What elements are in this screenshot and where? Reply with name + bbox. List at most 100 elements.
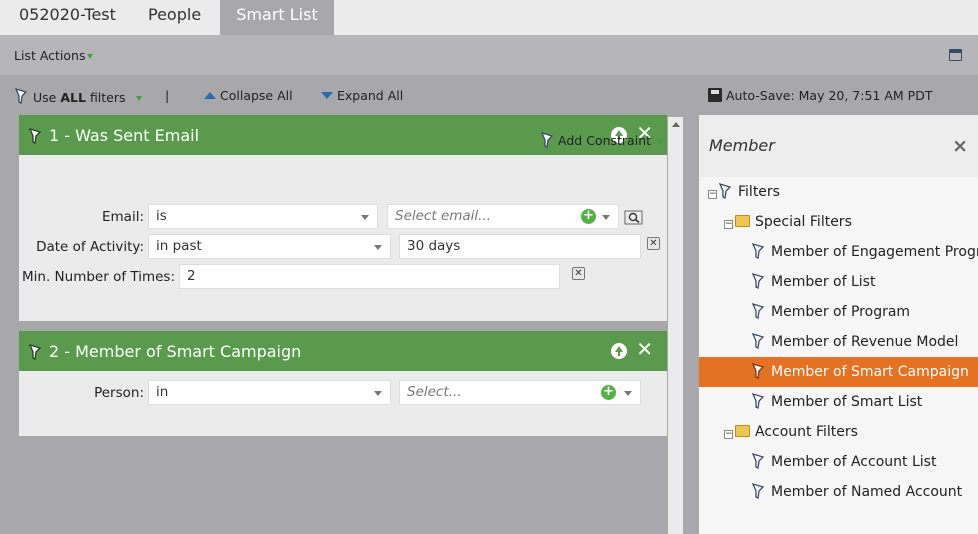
- use-suffix: filters: [89, 90, 126, 105]
- email-placeholder: Select email...: [395, 208, 492, 224]
- filter-panel-member-of-smart-campaign: 2 - Member of Smart Campaign ✕ Person: i…: [19, 331, 667, 436]
- person-label: Person:: [94, 385, 144, 401]
- lookup-search-icon[interactable]: [624, 209, 644, 227]
- tree-item-member-of-list[interactable]: Member of List: [699, 267, 978, 297]
- chevron-down-icon: [624, 391, 632, 396]
- tree-item-label: Member of Revenue Model: [771, 334, 959, 350]
- clear-constraint-icon[interactable]: ✕: [572, 267, 585, 280]
- funnel-icon: [752, 363, 765, 379]
- use-prefix: Use: [33, 90, 57, 105]
- canvas-scrollbar[interactable]: [668, 117, 683, 534]
- window-toggle-icon[interactable]: [949, 49, 962, 61]
- person-operator-select[interactable]: in: [148, 380, 391, 405]
- collapse-arrow-icon: [204, 92, 216, 99]
- funnel-icon: [15, 88, 28, 104]
- palette-header: Member ×: [699, 115, 978, 177]
- collapse-all-button[interactable]: Collapse All: [204, 88, 293, 103]
- person-operator-value: in: [156, 384, 169, 400]
- chevron-down-icon: [374, 245, 382, 250]
- funnel-icon: [752, 483, 765, 499]
- add-constraint-label: Add Constraint: [558, 133, 652, 148]
- date-of-activity-label: Date of Activity:: [36, 239, 144, 255]
- filter-header[interactable]: 2 - Member of Smart Campaign ✕: [19, 331, 667, 371]
- tree-item-label: Member of List: [771, 274, 876, 290]
- dropdown-arrow-icon: [135, 96, 142, 101]
- filter-title: 2 - Member of Smart Campaign: [49, 342, 302, 361]
- email-operator-select[interactable]: is: [148, 204, 378, 229]
- chevron-down-icon: [602, 215, 610, 220]
- close-icon[interactable]: ×: [952, 135, 968, 157]
- tab-people[interactable]: People: [148, 0, 201, 35]
- person-placeholder: Select...: [407, 384, 462, 400]
- funnel-icon: [29, 128, 42, 144]
- use-all-bold: ALL: [60, 90, 86, 105]
- expand-all-button[interactable]: Expand All: [321, 88, 403, 103]
- tree-item-member-of-engagement-program[interactable]: Member of Engagement Program: [699, 237, 978, 267]
- dropdown-arrow-icon: [657, 139, 663, 144]
- remove-filter-icon[interactable]: ✕: [636, 339, 653, 359]
- add-icon[interactable]: +: [601, 385, 616, 400]
- folder-icon: [735, 215, 750, 227]
- palette-title: Member: [709, 136, 775, 155]
- expand-all-label: Expand All: [337, 88, 404, 103]
- funnel-icon: [752, 333, 765, 349]
- tree-item-label: Member of Program: [771, 304, 911, 320]
- funnel-icon: [29, 344, 42, 360]
- email-operator-value: is: [156, 208, 167, 224]
- filter-title: 1 - Was Sent Email: [49, 126, 200, 145]
- expand-arrow-icon: [321, 92, 333, 99]
- tree-node-special-filters[interactable]: − Special Filters: [699, 207, 978, 237]
- tree-item-member-of-named-account[interactable]: Member of Named Account: [699, 477, 978, 507]
- tree-node-account-filters[interactable]: − Account Filters: [699, 417, 978, 447]
- tab-smart-list[interactable]: Smart List: [220, 0, 334, 35]
- smart-list-toolbar: Use ALL filters | Collapse All Expand Al…: [0, 75, 978, 115]
- autosave-text: Auto-Save: May 20, 7:51 AM PDT: [726, 88, 933, 103]
- collapse-toggle-icon[interactable]: −: [708, 190, 717, 199]
- tab-bar: 052020-Test People Smart List: [0, 0, 978, 35]
- use-filters-menu[interactable]: Use ALL filters: [15, 88, 142, 105]
- filter-palette: Member × − Filters − Special Filters Membe…: [699, 115, 978, 534]
- collapse-toggle-icon[interactable]: −: [724, 430, 733, 439]
- funnel-icon: [752, 393, 765, 409]
- scroll-up-icon[interactable]: [672, 122, 680, 127]
- date-value: 30 days: [407, 238, 461, 254]
- toolbar-separator: |: [165, 88, 170, 103]
- email-label: Email:: [101, 209, 144, 225]
- chevron-down-icon: [374, 391, 382, 396]
- tree-item-label: Member of Named Account: [771, 484, 963, 500]
- tree-node-label: Special Filters: [755, 214, 852, 230]
- list-actions-menu[interactable]: List Actions: [14, 48, 94, 63]
- collapse-toggle-icon[interactable]: −: [724, 220, 733, 229]
- add-icon[interactable]: +: [581, 209, 596, 224]
- clear-constraint-icon[interactable]: ✕: [647, 237, 660, 250]
- date-value-input[interactable]: 30 days: [399, 234, 641, 259]
- funnel-icon: [752, 303, 765, 319]
- email-select[interactable]: Select email... +: [387, 204, 619, 229]
- tree-item-member-of-account-list[interactable]: Member of Account List: [699, 447, 978, 477]
- chevron-down-icon: [361, 215, 369, 220]
- add-constraint-button[interactable]: Add Constraint: [540, 131, 663, 148]
- list-actions-label: List Actions: [14, 48, 86, 63]
- tree-item-member-of-smart-campaign[interactable]: Member of Smart Campaign: [699, 357, 978, 387]
- tree-node-filters[interactable]: − Filters: [699, 177, 978, 207]
- funnel-icon: [540, 131, 554, 148]
- collapse-all-label: Collapse All: [220, 88, 293, 103]
- save-disk-icon: [708, 88, 722, 102]
- tree-item-member-of-program[interactable]: Member of Program: [699, 297, 978, 327]
- tree-item-label: Member of Engagement Program: [771, 244, 978, 260]
- tree-item-member-of-smart-list[interactable]: Member of Smart List: [699, 387, 978, 417]
- min-times-input[interactable]: 2: [179, 264, 560, 289]
- autosave-status: Auto-Save: May 20, 7:51 AM PDT: [708, 88, 932, 103]
- tree-item-label: Member of Smart List: [771, 394, 923, 410]
- smart-campaign-select[interactable]: Select... +: [399, 380, 641, 405]
- tree-item-member-of-revenue-model[interactable]: Member of Revenue Model: [699, 327, 978, 357]
- actions-bar: List Actions: [0, 35, 978, 75]
- date-operator-select[interactable]: in past: [148, 234, 391, 259]
- tree-node-label: Account Filters: [755, 424, 858, 440]
- funnel-icon: [719, 183, 732, 199]
- folder-icon: [735, 425, 750, 437]
- tab-052020-test[interactable]: 052020-Test: [19, 0, 116, 35]
- funnel-icon: [752, 453, 765, 469]
- dropdown-arrow-icon: [87, 54, 94, 59]
- move-up-icon[interactable]: [611, 343, 627, 359]
